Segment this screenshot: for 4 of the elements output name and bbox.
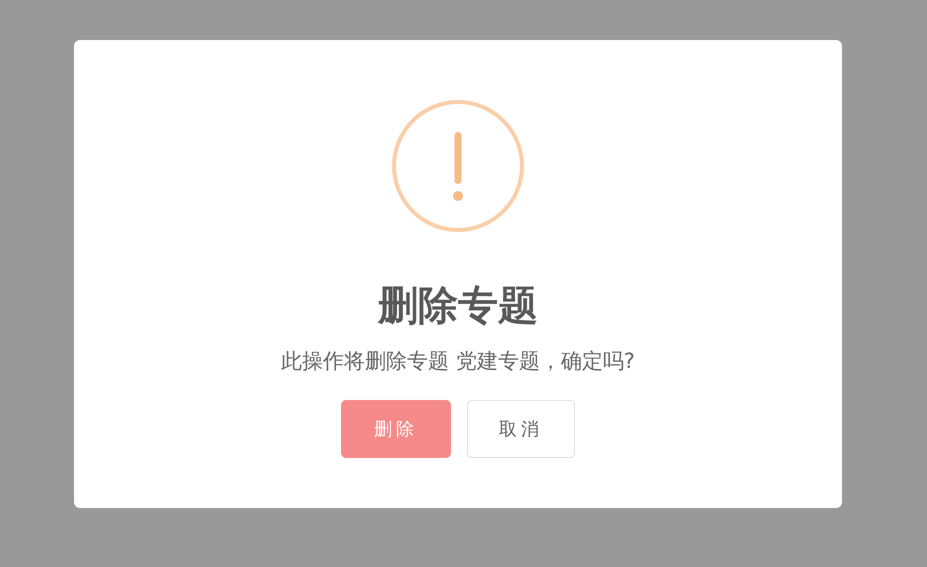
cancel-button[interactable]: 取消 <box>467 400 575 458</box>
dialog-title: 删除专题 <box>378 282 538 331</box>
warning-icon <box>390 99 524 233</box>
dialog-message: 此操作将删除专题 党建专题，确定吗? <box>281 348 635 375</box>
